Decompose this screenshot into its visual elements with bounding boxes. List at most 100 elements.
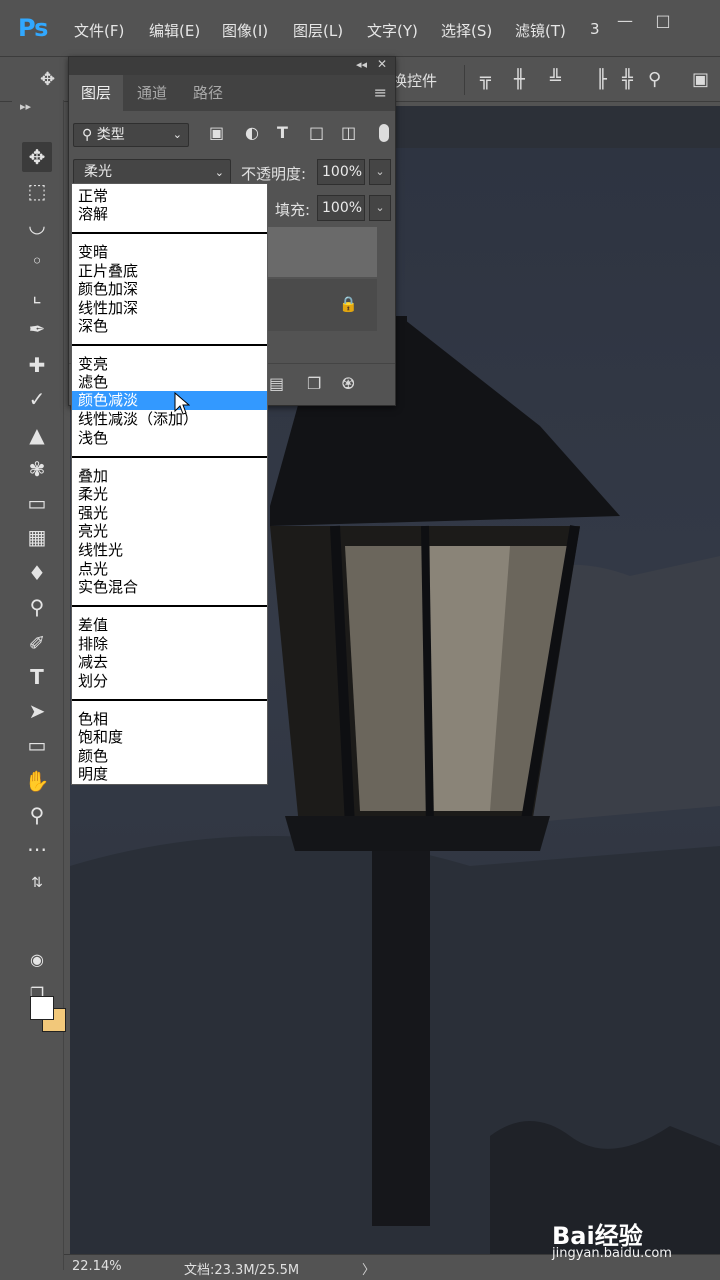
menu-3d[interactable]: 3 bbox=[590, 20, 600, 38]
blend-option-subtract[interactable]: 减去 bbox=[72, 653, 267, 672]
blend-option-difference[interactable]: 差值 bbox=[72, 616, 267, 635]
blend-mode-select[interactable]: 柔光 ⌄ bbox=[73, 159, 231, 185]
blend-option-pin-light[interactable]: 点光 bbox=[72, 560, 267, 579]
blend-option-color[interactable]: 颜色 bbox=[72, 747, 267, 766]
menu-layer[interactable]: 图层(L) bbox=[293, 20, 343, 41]
brush-tool-icon[interactable]: ✓ bbox=[22, 384, 52, 414]
blend-option-exclusion[interactable]: 排除 bbox=[72, 635, 267, 654]
align-vcenter-icon[interactable]: ╫ bbox=[514, 69, 525, 90]
shape-filter-icon[interactable]: □ bbox=[309, 123, 324, 142]
chevron-down-icon[interactable]: ⌄ bbox=[369, 159, 391, 185]
new-layer-icon[interactable]: ❐ bbox=[307, 374, 321, 393]
delete-layer-icon[interactable]: ♼ bbox=[341, 374, 355, 393]
foreground-color-swatch[interactable] bbox=[30, 996, 54, 1020]
quick-select-tool-icon[interactable]: ◦ bbox=[22, 246, 52, 276]
blend-option-dissolve[interactable]: 溶解 bbox=[72, 205, 267, 224]
dodge-tool-icon[interactable]: ⚲ bbox=[22, 592, 52, 622]
eraser-tool-icon[interactable]: ▭ bbox=[22, 488, 52, 518]
menu-type[interactable]: 文字(Y) bbox=[367, 20, 418, 41]
blur-tool-icon[interactable]: ♦ bbox=[22, 558, 52, 588]
smart-object-filter-icon[interactable]: ◫ bbox=[341, 123, 356, 142]
blend-option-overlay[interactable]: 叠加 bbox=[72, 467, 267, 486]
type-tool-icon[interactable]: T bbox=[22, 662, 52, 692]
tab-paths[interactable]: 路径 bbox=[181, 75, 235, 111]
layer-filter-select[interactable]: ⚲ 类型 ⌄ bbox=[73, 123, 189, 147]
collapse-icon[interactable]: ▸▸ bbox=[20, 100, 31, 113]
healing-brush-tool-icon[interactable]: ✚ bbox=[22, 350, 52, 380]
maximize-icon[interactable]: □ bbox=[646, 8, 680, 34]
menu-select[interactable]: 选择(S) bbox=[441, 20, 492, 41]
gradient-tool-icon[interactable]: ▦ bbox=[22, 522, 52, 552]
move-icon[interactable]: ✥ bbox=[40, 69, 55, 90]
blend-option-screen[interactable]: 滤色 bbox=[72, 373, 267, 392]
blend-option-darken[interactable]: 变暗 bbox=[72, 243, 267, 262]
zoom-level[interactable]: 22.14% bbox=[72, 1259, 122, 1274]
close-icon[interactable]: ✕ bbox=[377, 57, 387, 71]
blend-option-darker-color[interactable]: 深色 bbox=[72, 317, 267, 336]
tab-channels[interactable]: 通道 bbox=[125, 75, 179, 111]
layer-row-selected[interactable] bbox=[267, 227, 377, 277]
blend-option-linear-dodge[interactable]: 线性减淡（添加） bbox=[72, 410, 267, 429]
blend-option-lighten[interactable]: 变亮 bbox=[72, 355, 267, 374]
blend-option-linear-burn[interactable]: 线性加深 bbox=[72, 299, 267, 318]
menu-file[interactable]: 文件(F) bbox=[74, 20, 124, 41]
menu-edit[interactable]: 编辑(E) bbox=[149, 20, 200, 41]
swap-colors-icon[interactable]: ⇅ bbox=[22, 868, 52, 898]
quick-mask-icon[interactable]: ◉ bbox=[22, 944, 52, 974]
align-left-icon[interactable]: ╟ bbox=[596, 69, 607, 90]
fill-input[interactable]: 100% bbox=[317, 195, 365, 221]
show-transform-controls-label[interactable]: 换控件 bbox=[392, 70, 437, 91]
align-bottom-icon[interactable]: ╩ bbox=[550, 69, 561, 90]
clone-stamp-tool-icon[interactable]: ▲ bbox=[22, 420, 52, 450]
filter-toggle[interactable] bbox=[379, 124, 389, 142]
rectangle-tool-icon[interactable]: ▭ bbox=[22, 730, 52, 760]
panel-menu-icon[interactable]: ≡ bbox=[374, 83, 387, 102]
align-hcenter-icon[interactable]: ╬ bbox=[622, 69, 633, 90]
menu-filter[interactable]: 滤镜(T) bbox=[515, 20, 566, 41]
blend-option-normal[interactable]: 正常 bbox=[72, 187, 267, 206]
marquee-tool-icon[interactable]: ⬚ bbox=[22, 176, 52, 206]
blend-option-hue[interactable]: 色相 bbox=[72, 710, 267, 729]
menu-bar: Ps 文件(F) 编辑(E) 图像(I) 图层(L) 文字(Y) 选择(S) 滤… bbox=[0, 0, 720, 64]
blend-option-lighter-color[interactable]: 浅色 bbox=[72, 429, 267, 448]
lasso-tool-icon[interactable]: ◡ bbox=[22, 210, 52, 240]
pixel-filter-icon[interactable]: ▣ bbox=[209, 123, 224, 142]
history-brush-tool-icon[interactable]: ✾ bbox=[22, 454, 52, 484]
screen-mode-icon[interactable]: ▣ bbox=[692, 69, 709, 90]
status-menu-arrow[interactable]: 〉 bbox=[362, 1259, 375, 1278]
new-group-icon[interactable]: ▤ bbox=[269, 374, 284, 393]
type-filter-icon[interactable]: T bbox=[277, 123, 288, 142]
search-icon[interactable]: ⚲ bbox=[648, 69, 661, 90]
blend-option-hard-light[interactable]: 强光 bbox=[72, 504, 267, 523]
blend-option-divide[interactable]: 划分 bbox=[72, 672, 267, 691]
menu-image[interactable]: 图像(I) bbox=[222, 20, 268, 41]
blend-option-hard-mix[interactable]: 实色混合 bbox=[72, 578, 267, 597]
blend-option-color-burn[interactable]: 颜色加深 bbox=[72, 280, 267, 299]
path-select-tool-icon[interactable]: ➤ bbox=[22, 696, 52, 726]
zoom-tool-icon[interactable]: ⚲ bbox=[22, 800, 52, 830]
layer-row-background[interactable] bbox=[267, 279, 377, 331]
tab-layers[interactable]: 图层 bbox=[69, 75, 124, 111]
more-tools-icon[interactable]: ⋯ bbox=[22, 834, 52, 864]
blend-option-soft-light[interactable]: 柔光 bbox=[72, 485, 267, 504]
panel-collapse-icon[interactable]: ◂◂ bbox=[356, 58, 367, 71]
fill-label: 填充: bbox=[275, 201, 311, 219]
blend-option-luminosity[interactable]: 明度 bbox=[72, 765, 267, 784]
blend-option-saturation[interactable]: 饱和度 bbox=[72, 728, 267, 747]
blend-option-multiply[interactable]: 正片叠底 bbox=[72, 262, 267, 281]
minimize-icon[interactable]: — bbox=[608, 8, 642, 34]
align-top-icon[interactable]: ╦ bbox=[480, 69, 491, 90]
pen-tool-icon[interactable]: ✐ bbox=[22, 628, 52, 658]
blend-option-linear-light[interactable]: 线性光 bbox=[72, 541, 267, 560]
hand-tool-icon[interactable]: ✋ bbox=[22, 766, 52, 796]
crop-tool-icon[interactable]: ⌞ bbox=[22, 280, 52, 310]
opacity-input[interactable]: 100% bbox=[317, 159, 365, 185]
blend-option-color-dodge[interactable]: 颜色减淡 bbox=[72, 391, 267, 410]
menu-separator bbox=[72, 699, 267, 701]
chevron-down-icon[interactable]: ⌄ bbox=[369, 195, 391, 221]
eyedropper-tool-icon[interactable]: ✒ bbox=[22, 314, 52, 344]
blend-option-vivid-light[interactable]: 亮光 bbox=[72, 522, 267, 541]
adjustment-filter-icon[interactable]: ◐ bbox=[245, 123, 259, 142]
menu-separator bbox=[72, 605, 267, 607]
move-tool-icon[interactable]: ✥ bbox=[22, 142, 52, 172]
